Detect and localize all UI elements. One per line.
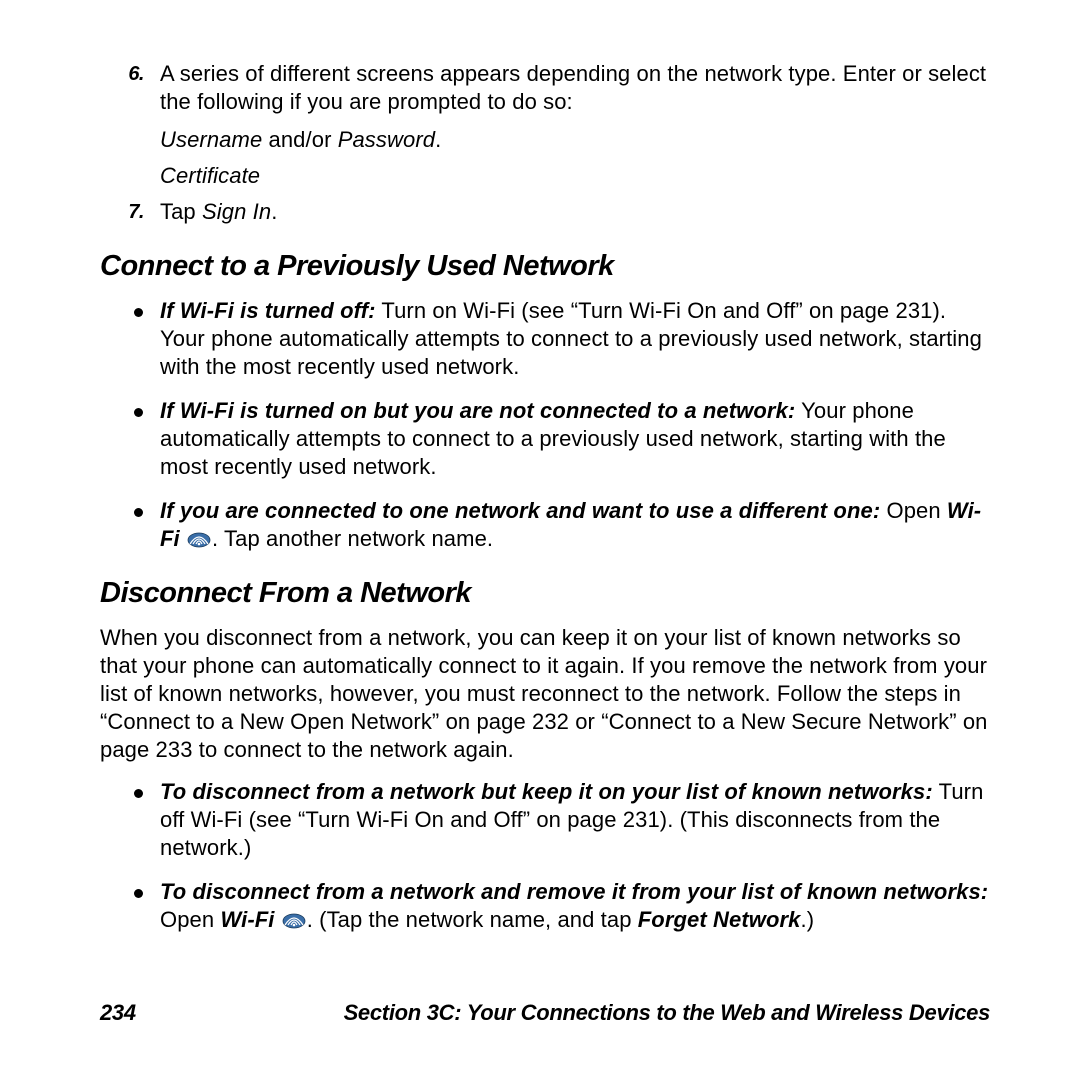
bullet-wifi-on-not-connected: If Wi-Fi is turned on but you are not co… <box>130 397 990 481</box>
bullet-wifi-off: If Wi-Fi is turned off: Turn on Wi-Fi (s… <box>130 297 990 381</box>
password-label: Password <box>338 127 435 152</box>
forget-network-label: Forget Network <box>638 907 801 932</box>
step-number: 7. <box>100 198 160 226</box>
page-number: 234 <box>100 1000 136 1026</box>
step-6-sub-1: Username and/or Password. <box>160 126 990 154</box>
bullet-disconnect-keep: To disconnect from a network but keep it… <box>130 778 990 862</box>
step-6-sub-2: Certificate <box>160 162 990 190</box>
username-label: Username <box>160 127 262 152</box>
disconnect-paragraph: When you disconnect from a network, you … <box>100 624 990 764</box>
section-label: Section 3C: Your Connections to the Web … <box>344 1000 990 1026</box>
section-disconnect: Disconnect From a Network <box>100 577 990 610</box>
step-body: Tap Sign In. <box>160 198 990 226</box>
step-body: A series of different screens appears de… <box>160 60 990 116</box>
wifi-icon <box>187 527 211 543</box>
page-footer: 234 Section 3C: Your Connections to the … <box>100 1000 990 1026</box>
wifi-icon <box>282 908 306 924</box>
step-7: 7. Tap Sign In. <box>100 198 990 226</box>
manual-page: 6. A series of different screens appears… <box>0 0 1080 1080</box>
sign-in-label: Sign In <box>202 199 271 224</box>
step-number: 6. <box>100 60 160 116</box>
section-connect-previous: Connect to a Previously Used Network <box>100 250 990 283</box>
bullet-switch-network: If you are connected to one network and … <box>130 497 990 553</box>
bullet-list-disconnect: To disconnect from a network but keep it… <box>130 778 990 934</box>
step-6: 6. A series of different screens appears… <box>100 60 990 116</box>
bullet-list-connect: If Wi-Fi is turned off: Turn on Wi-Fi (s… <box>130 297 990 553</box>
bullet-disconnect-remove: To disconnect from a network and remove … <box>130 878 990 934</box>
